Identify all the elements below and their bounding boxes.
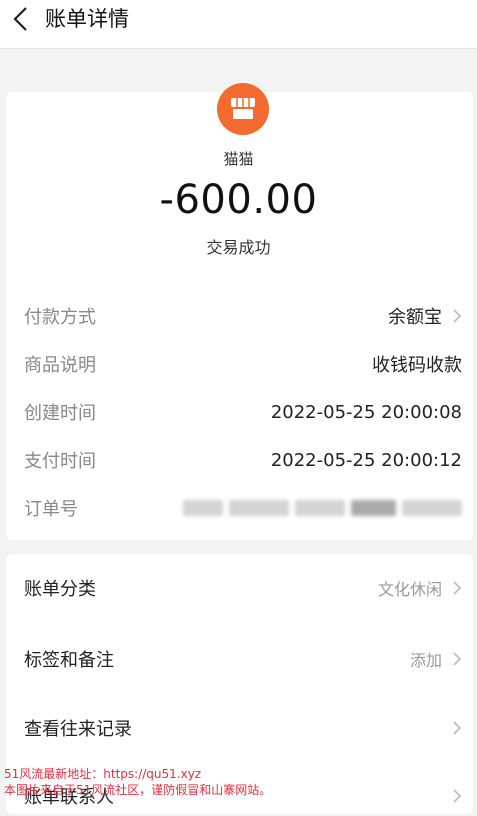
- payment-time-row: 支付时间 2022-05-25 20:00:12: [24, 445, 462, 475]
- order-number-row: 订单号: [24, 493, 462, 523]
- chevron-right-icon: [452, 720, 462, 736]
- bill-category-row[interactable]: 账单分类 文化休闲: [24, 568, 462, 608]
- back-arrow-icon: [13, 7, 27, 31]
- page-title: 账单详情: [45, 7, 129, 31]
- transaction-status: 交易成功: [206, 238, 271, 257]
- payment-method-row[interactable]: 付款方式 余额宝: [24, 301, 462, 331]
- product-description-row: 商品说明 收钱码收款: [24, 349, 462, 379]
- payment-time-value: 2022-05-25 20:00:12: [270, 449, 462, 471]
- merchant-avatar: [217, 83, 269, 135]
- product-description-value: 收钱码收款: [372, 355, 462, 376]
- chevron-right-icon: [452, 788, 462, 804]
- order-number-label: 订单号: [24, 499, 78, 520]
- tags-notes-label: 标签和备注: [24, 650, 114, 671]
- payment-method-label: 付款方式: [24, 307, 96, 328]
- chevron-right-icon: [452, 651, 462, 667]
- created-time-row: 创建时间 2022-05-25 20:00:08: [24, 397, 462, 427]
- order-number-redacted: [183, 500, 462, 516]
- created-time-value: 2022-05-25 20:00:08: [270, 401, 462, 423]
- chevron-right-icon: [452, 580, 462, 596]
- view-history-row[interactable]: 查看往来记录: [24, 708, 462, 748]
- created-time-label: 创建时间: [24, 403, 96, 424]
- transaction-amount: -600.00: [159, 177, 318, 223]
- payment-time-label: 支付时间: [24, 451, 96, 472]
- watermark-line-1: 51风流最新地址：https://qu51.xyz: [4, 767, 202, 781]
- view-history-label: 查看往来记录: [24, 719, 132, 740]
- chevron-right-icon: [452, 308, 462, 324]
- store-icon: [231, 98, 255, 119]
- product-description-label: 商品说明: [24, 355, 96, 376]
- tags-notes-row[interactable]: 标签和备注 添加: [24, 639, 462, 679]
- bill-category-value: 文化休闲: [377, 580, 442, 599]
- payment-method-value: 余额宝: [388, 307, 442, 328]
- back-button[interactable]: [6, 4, 36, 34]
- watermark-line-2: 本图片来自于51风流社区，谨防假冒和山寨网站。: [4, 783, 272, 797]
- bill-category-label: 账单分类: [24, 579, 96, 600]
- merchant-name: 猫猫: [223, 150, 254, 168]
- tags-notes-value: 添加: [409, 651, 442, 670]
- top-bar: 账单详情: [0, 0, 477, 49]
